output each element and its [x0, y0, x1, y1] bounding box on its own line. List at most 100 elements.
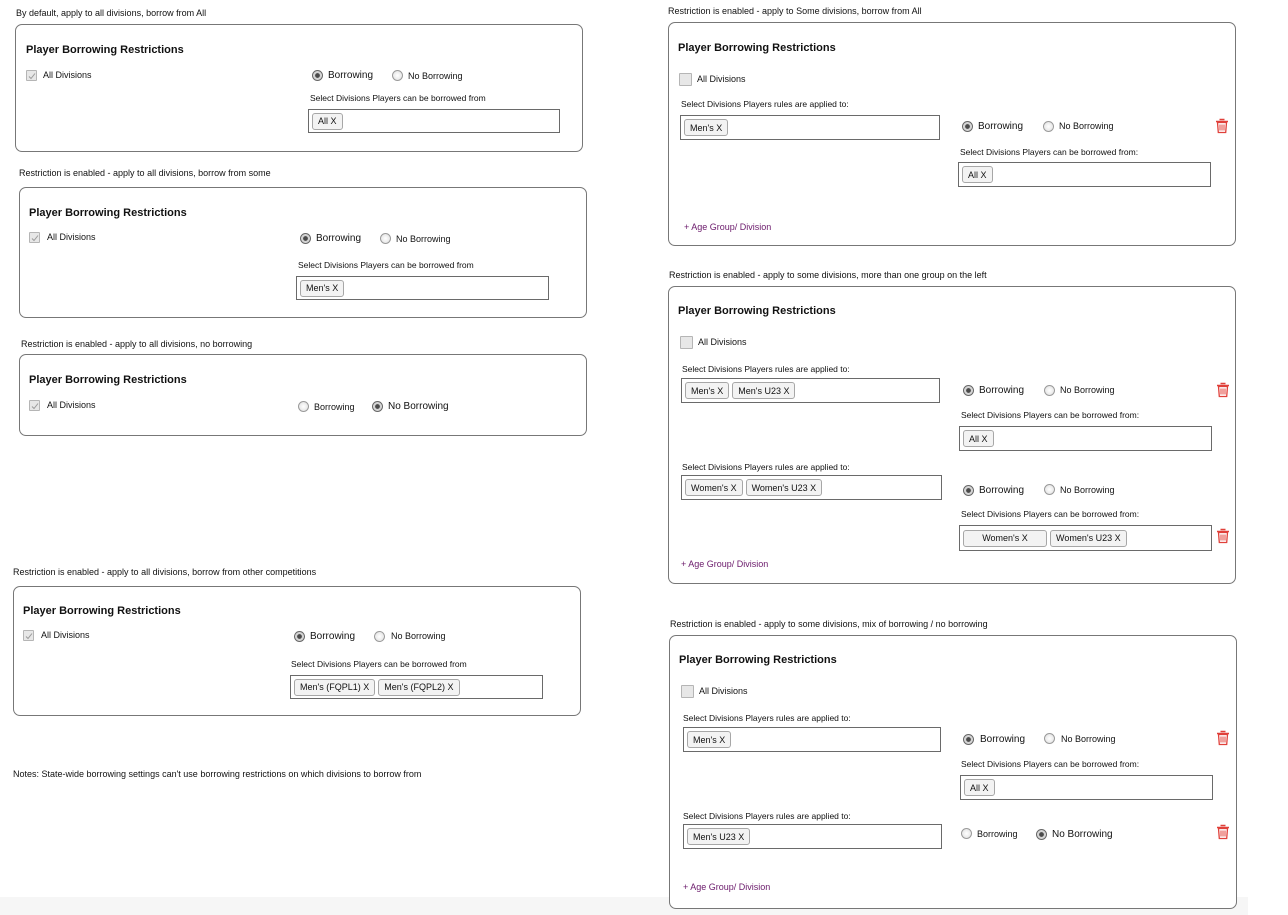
borrow-from-input[interactable]: All X	[308, 109, 560, 133]
borrowing-restrictions-panel: Player Borrowing Restrictions All Divisi…	[15, 24, 583, 152]
applied-to-input[interactable]: Men's X	[683, 727, 941, 752]
add-age-group-link[interactable]: + Age Group/ Division	[683, 882, 770, 892]
division-chip[interactable]: Men's U23 X	[732, 382, 796, 399]
no-borrowing-radio-label: No Borrowing	[396, 234, 451, 244]
no-borrowing-radio[interactable]	[374, 631, 385, 642]
all-divisions-checkbox[interactable]	[679, 73, 692, 86]
no-borrowing-radio[interactable]	[1044, 733, 1055, 744]
all-divisions-checkbox[interactable]	[23, 630, 34, 641]
applied-to-input[interactable]: Men's X	[680, 115, 940, 140]
borrowing-radio-label: Borrowing	[310, 631, 356, 642]
no-borrowing-radio-label: No Borrowing	[391, 631, 446, 641]
no-borrowing-radio-label: No Borrowing	[1060, 485, 1115, 495]
all-divisions-checkbox[interactable]	[26, 70, 37, 81]
no-borrowing-radio[interactable]	[380, 233, 391, 244]
borrow-from-label: Select Divisions Players can be borrowed…	[961, 410, 1140, 420]
all-divisions-checkbox[interactable]	[681, 685, 694, 698]
borrowing-radio[interactable]	[963, 734, 974, 745]
add-age-group-link[interactable]: + Age Group/ Division	[684, 222, 771, 232]
borrowing-restrictions-panel: Player Borrowing Restrictions All Divisi…	[19, 187, 587, 318]
panel-title: Player Borrowing Restrictions	[29, 207, 187, 219]
no-borrowing-radio[interactable]	[1044, 484, 1055, 495]
borrowing-radio[interactable]	[294, 631, 305, 642]
all-divisions-checkbox[interactable]	[680, 336, 693, 349]
all-divisions-label: All Divisions	[697, 74, 746, 84]
trash-icon[interactable]	[1216, 730, 1230, 746]
applied-to-input[interactable]: Women's X Women's U23 X	[681, 475, 942, 500]
division-chip[interactable]: Women's X	[685, 479, 743, 496]
division-chip[interactable]: Women's U23 X	[745, 479, 823, 496]
division-chip[interactable]: Men's X	[300, 279, 345, 297]
borrowing-restrictions-panel: Player Borrowing Restrictions All Divisi…	[19, 354, 587, 436]
borrowing-radio[interactable]	[962, 121, 973, 132]
division-chip[interactable]: Men's X	[685, 382, 730, 399]
division-chip[interactable]: All X	[312, 112, 343, 130]
all-divisions-label: All Divisions	[47, 232, 96, 242]
no-borrowing-radio[interactable]	[1036, 829, 1047, 840]
no-borrowing-radio-label: No Borrowing	[1060, 385, 1115, 395]
no-borrowing-radio[interactable]	[392, 70, 403, 81]
division-chip[interactable]: Women's U23 X	[1050, 529, 1127, 547]
borrowing-radio[interactable]	[961, 828, 972, 839]
no-borrowing-radio-label: No Borrowing	[1052, 829, 1113, 840]
borrow-from-input[interactable]: Men's X	[296, 276, 549, 300]
division-chip[interactable]: Men's X	[687, 731, 732, 748]
borrowing-radio[interactable]	[963, 385, 974, 396]
borrowing-radio-label: Borrowing	[979, 385, 1025, 396]
applied-to-input[interactable]: Men's X Men's U23 X	[681, 378, 940, 403]
borrow-from-input[interactable]: Women's X Women's U23 X	[959, 525, 1212, 551]
no-borrowing-radio-label: No Borrowing	[388, 401, 449, 412]
check-icon	[31, 235, 39, 242]
borrow-from-input[interactable]: All X	[959, 426, 1212, 451]
check-icon	[31, 403, 39, 410]
borrow-from-input[interactable]: Men's (FQPL1) X Men's (FQPL2) X	[290, 675, 543, 699]
borrow-from-label: Select Divisions Players can be borrowed…	[291, 659, 467, 669]
division-chip[interactable]: Men's U23 X	[687, 828, 751, 845]
borrowing-radio-label: Borrowing	[977, 829, 1018, 839]
borrow-from-input[interactable]: All X	[960, 775, 1213, 800]
borrowing-radio-label: Borrowing	[979, 485, 1025, 496]
panel-title: Player Borrowing Restrictions	[678, 305, 836, 317]
all-divisions-checkbox[interactable]	[29, 232, 40, 243]
borrowing-radio-label: Borrowing	[314, 402, 355, 412]
division-chip[interactable]: Men's X	[684, 119, 729, 136]
borrowing-radio-label: Borrowing	[980, 734, 1026, 745]
division-chip[interactable]: All X	[963, 430, 994, 447]
borrowing-radio-label: Borrowing	[316, 233, 362, 244]
scenario-caption: Restriction is enabled - apply to all di…	[21, 339, 253, 349]
trash-icon[interactable]	[1216, 824, 1230, 840]
division-chip[interactable]: Women's X	[963, 529, 1047, 547]
trash-icon[interactable]	[1216, 382, 1230, 398]
check-icon	[28, 73, 36, 80]
borrowing-restrictions-panel: Player Borrowing Restrictions All Divisi…	[669, 635, 1237, 909]
division-chip[interactable]: Men's (FQPL1) X	[294, 678, 376, 696]
scenario-caption: Restriction is enabled - apply to Some d…	[668, 6, 922, 16]
all-divisions-label: All Divisions	[41, 630, 90, 640]
division-chip[interactable]: All X	[962, 166, 993, 183]
add-age-group-link[interactable]: + Age Group/ Division	[681, 559, 768, 569]
no-borrowing-radio[interactable]	[1044, 385, 1055, 396]
division-chip[interactable]: Men's (FQPL2) X	[378, 678, 460, 696]
all-divisions-checkbox[interactable]	[29, 400, 40, 411]
panel-title: Player Borrowing Restrictions	[26, 44, 184, 56]
applied-to-label: Select Divisions Players rules are appli…	[681, 99, 849, 109]
borrowing-radio[interactable]	[298, 401, 309, 412]
borrowing-radio[interactable]	[300, 233, 311, 244]
borrowing-radio[interactable]	[963, 485, 974, 496]
borrowing-restrictions-panel: Player Borrowing Restrictions All Divisi…	[668, 286, 1236, 584]
borrowing-radio-label: Borrowing	[328, 70, 374, 81]
borrowing-radio[interactable]	[312, 70, 323, 81]
borrow-from-input[interactable]: All X	[958, 162, 1211, 187]
trash-icon[interactable]	[1216, 528, 1230, 544]
trash-icon[interactable]	[1215, 118, 1229, 134]
no-borrowing-radio[interactable]	[1043, 121, 1054, 132]
no-borrowing-radio[interactable]	[372, 401, 383, 412]
scenario-caption: By default, apply to all divisions, borr…	[16, 8, 207, 18]
borrow-from-label: Select Divisions Players can be borrowed…	[961, 759, 1140, 769]
all-divisions-label: All Divisions	[43, 70, 92, 80]
applied-to-label: Select Divisions Players rules are appli…	[682, 462, 850, 472]
borrow-from-label: Select Divisions Players can be borrowed…	[310, 93, 486, 103]
division-chip[interactable]: All X	[964, 779, 995, 796]
applied-to-input[interactable]: Men's U23 X	[683, 824, 942, 849]
scenario-caption: Restriction is enabled - apply to all di…	[13, 567, 317, 577]
